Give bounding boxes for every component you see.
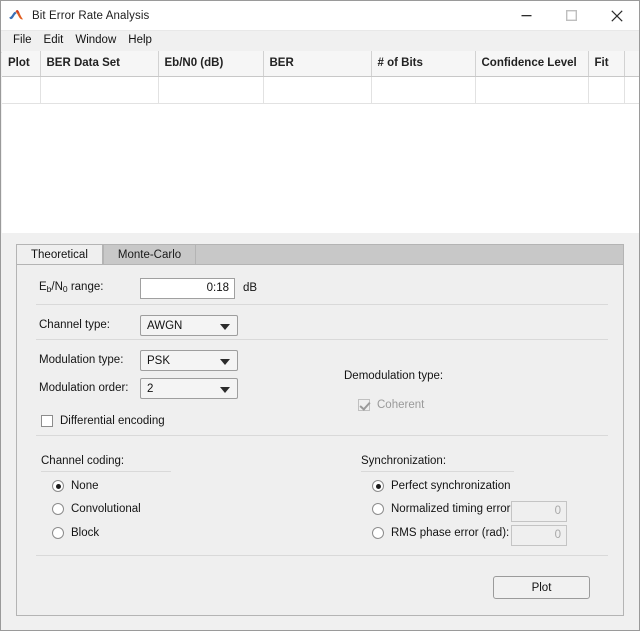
menu-item-window[interactable]: Window [69, 33, 122, 50]
tab-strip-filler [196, 244, 624, 265]
ebn0-range-row: Eb/N0 range: [39, 281, 104, 294]
table-cell-plot[interactable] [2, 76, 41, 104]
maximize-icon [566, 10, 577, 21]
ber-results-table[interactable]: Plot BER Data Set Eb/N0 (dB) BER # of Bi… [2, 51, 639, 233]
plot-button-label: Plot [531, 581, 552, 594]
normalized-timing-error-input: 0 [511, 501, 567, 522]
channel-coding-label: Channel coding: [41, 455, 125, 467]
window-controls [504, 1, 639, 30]
minimize-icon [521, 15, 532, 17]
column-header-num-bits[interactable]: # of Bits [371, 51, 476, 77]
coherent-label: Coherent [377, 399, 425, 411]
ebn0-range-label: Eb/N0 range: [39, 281, 104, 294]
checkbox-icon [41, 415, 53, 427]
synchronization-label: Synchronization: [361, 455, 447, 467]
menu-item-edit[interactable]: Edit [38, 33, 70, 50]
close-icon [610, 9, 623, 22]
table-cell-ber-data-set[interactable] [40, 76, 159, 104]
separator-3 [36, 435, 608, 436]
checkbox-checked-icon [358, 399, 370, 411]
menu-bar: File Edit Window Help [1, 31, 639, 53]
rms-phase-error-input: 0 [511, 525, 567, 546]
radio-perfect-synchronization[interactable]: Perfect synchronization [372, 480, 511, 492]
ebn0-range-input[interactable]: 0:18 [140, 278, 235, 299]
theoretical-panel: Eb/N0 range: 0:18 dB Channel type: AWGN … [16, 264, 624, 616]
table-cell-ebn0[interactable] [158, 76, 264, 104]
radio-channel-coding-convolutional-label: Convolutional [71, 503, 141, 515]
menu-item-file[interactable]: File [7, 33, 38, 50]
radio-normalized-timing-error-label: Normalized timing error: [391, 503, 514, 515]
modulation-type-dropdown[interactable]: PSK [140, 350, 238, 371]
channel-type-dropdown[interactable]: AWGN [140, 315, 238, 336]
differential-encoding-label: Differential encoding [60, 415, 165, 427]
modulation-type-label: Modulation type: [39, 354, 124, 366]
radio-icon [52, 527, 64, 539]
column-header-ber[interactable]: BER [263, 51, 372, 77]
column-header-ebn0[interactable]: Eb/N0 (dB) [158, 51, 264, 77]
bit-error-rate-analysis-window: Bit Error Rate Analysis File Edit Window… [0, 0, 640, 631]
close-button[interactable] [594, 1, 639, 30]
table-cell-num-bits[interactable] [371, 76, 476, 104]
modulation-order-value: 2 [147, 382, 154, 395]
radio-rms-phase-error[interactable]: RMS phase error (rad): [372, 527, 509, 539]
radio-channel-coding-none-label: None [71, 480, 99, 492]
radio-icon [372, 503, 384, 515]
table-cell-fit[interactable] [588, 76, 625, 104]
channel-coding-underline [41, 471, 171, 472]
tab-strip: Theoretical Monte-Carlo [16, 243, 624, 265]
radio-icon [52, 503, 64, 515]
radio-channel-coding-block[interactable]: Block [52, 527, 99, 539]
tab-monte-carlo-label: Monte-Carlo [117, 249, 182, 261]
chevron-down-icon [220, 323, 230, 330]
radio-selected-icon [372, 480, 384, 492]
table-cell-confidence-level[interactable] [475, 76, 589, 104]
column-header-fit[interactable]: Fit [588, 51, 625, 77]
ebn0-range-unit-label: dB [243, 282, 258, 294]
plot-button[interactable]: Plot [493, 576, 590, 599]
separator-2 [36, 339, 608, 340]
results-table: Plot BER Data Set Eb/N0 (dB) BER # of Bi… [2, 51, 639, 104]
modulation-order-label: Modulation order: [39, 382, 129, 394]
radio-channel-coding-convolutional[interactable]: Convolutional [52, 503, 141, 515]
radio-perfect-synchronization-label: Perfect synchronization [391, 480, 511, 492]
radio-normalized-timing-error[interactable]: Normalized timing error: [372, 503, 514, 515]
tab-theoretical[interactable]: Theoretical [16, 244, 103, 265]
radio-channel-coding-none[interactable]: None [52, 480, 99, 492]
modulation-order-dropdown[interactable]: 2 [140, 378, 238, 399]
separator-4 [36, 555, 608, 556]
column-header-ber-data-set[interactable]: BER Data Set [40, 51, 159, 77]
menu-item-help[interactable]: Help [122, 33, 158, 50]
coherent-checkbox: Coherent [358, 399, 424, 411]
tab-theoretical-label: Theoretical [31, 249, 88, 261]
channel-type-value: AWGN [147, 319, 183, 332]
differential-encoding-checkbox[interactable]: Differential encoding [41, 415, 165, 427]
demodulation-type-label: Demodulation type: [344, 370, 444, 382]
radio-selected-icon [52, 480, 64, 492]
radio-rms-phase-error-label: RMS phase error (rad): [391, 527, 510, 539]
chevron-down-icon [220, 386, 230, 393]
table-header-row: Plot BER Data Set Eb/N0 (dB) BER # of Bi… [2, 51, 639, 77]
minimize-button[interactable] [504, 1, 549, 30]
synchronization-underline [361, 471, 514, 472]
table-row[interactable] [2, 76, 639, 104]
modulation-type-value: PSK [147, 354, 171, 367]
column-header-confidence-level[interactable]: Confidence Level [475, 51, 589, 77]
title-bar: Bit Error Rate Analysis [1, 1, 639, 31]
maximize-button[interactable] [549, 1, 594, 30]
separator-1 [36, 304, 608, 305]
table-empty-area [2, 104, 639, 233]
column-header-plot[interactable]: Plot [2, 51, 41, 77]
channel-type-label: Channel type: [39, 319, 110, 331]
radio-icon [372, 527, 384, 539]
column-header-spacer [624, 51, 639, 77]
matlab-membrane-icon [8, 8, 24, 24]
tab-monte-carlo[interactable]: Monte-Carlo [102, 244, 197, 265]
table-cell-spacer [624, 76, 639, 104]
radio-channel-coding-block-label: Block [71, 527, 100, 539]
chevron-down-icon [220, 358, 230, 365]
table-cell-ber[interactable] [263, 76, 372, 104]
window-title: Bit Error Rate Analysis [32, 9, 150, 22]
